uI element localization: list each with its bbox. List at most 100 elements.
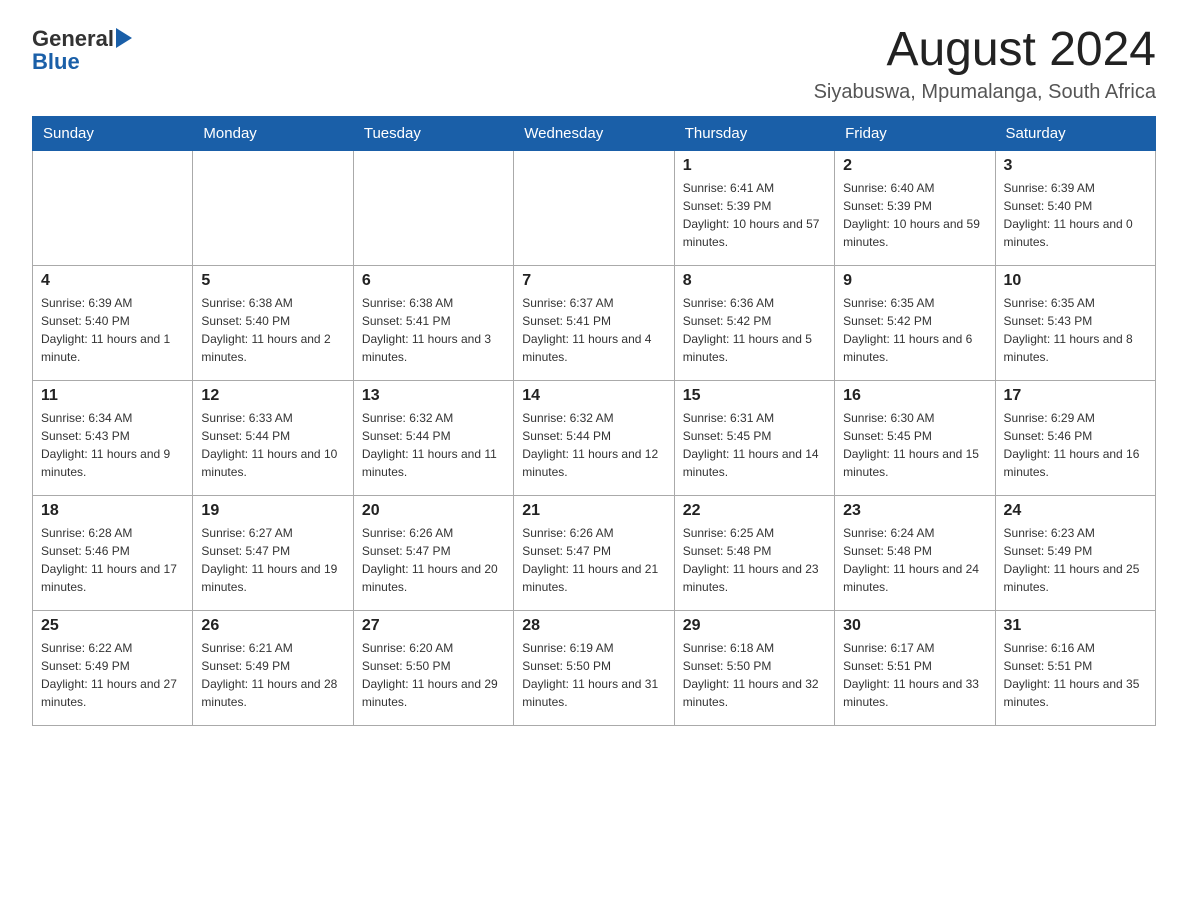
month-title: August 2024 [814,24,1156,77]
day-info: Sunrise: 6:17 AMSunset: 5:51 PMDaylight:… [843,639,986,711]
day-info: Sunrise: 6:20 AMSunset: 5:50 PMDaylight:… [362,639,505,711]
day-number: 10 [1004,272,1147,290]
calendar-day-cell: 17 Sunrise: 6:29 AMSunset: 5:46 PMDayligh… [995,380,1155,495]
day-info: Sunrise: 6:32 AMSunset: 5:44 PMDaylight:… [362,409,505,481]
day-info: Sunrise: 6:35 AMSunset: 5:43 PMDaylight:… [1004,294,1147,366]
logo-arrow-icon [116,28,138,48]
calendar-day-header: Monday [193,116,353,150]
day-info: Sunrise: 6:30 AMSunset: 5:45 PMDaylight:… [843,409,986,481]
day-number: 9 [843,272,986,290]
page-header: General Blue August 2024 Siyabuswa, Mpum… [32,24,1156,104]
calendar-week-row: 18 Sunrise: 6:28 AMSunset: 5:46 PMDayligh… [33,495,1156,610]
title-area: August 2024 Siyabuswa, Mpumalanga, South… [814,24,1156,104]
day-number: 29 [683,617,826,635]
day-info: Sunrise: 6:19 AMSunset: 5:50 PMDaylight:… [522,639,665,711]
day-number: 4 [41,272,184,290]
calendar-day-cell: 23Sunrise: 6:24 AMSunset: 5:48 PMDayligh… [835,495,995,610]
day-number: 22 [683,502,826,520]
calendar-day-cell: 1 Sunrise: 6:41 AMSunset: 5:39 PMDaylight… [674,150,834,265]
day-number: 6 [362,272,505,290]
calendar-day-cell: 5 Sunrise: 6:38 AMSunset: 5:40 PMDaylight… [193,265,353,380]
day-number: 31 [1004,617,1147,635]
calendar-day-cell: 19 Sunrise: 6:27 AMSunset: 5:47 PMDayligh… [193,495,353,610]
calendar-week-row: 25 Sunrise: 6:22 AMSunset: 5:49 PMDayligh… [33,610,1156,725]
calendar-day-cell: 8 Sunrise: 6:36 AMSunset: 5:42 PMDaylight… [674,265,834,380]
calendar-day-cell: 9 Sunrise: 6:35 AMSunset: 5:42 PMDaylight… [835,265,995,380]
calendar-day-cell: 29 Sunrise: 6:18 AMSunset: 5:50 PMDayligh… [674,610,834,725]
day-number: 2 [843,157,986,175]
day-number: 5 [201,272,344,290]
day-info: Sunrise: 6:40 AMSunset: 5:39 PMDaylight:… [843,179,986,251]
day-info: Sunrise: 6:35 AMSunset: 5:42 PMDaylight:… [843,294,986,366]
location-text: Siyabuswa, Mpumalanga, South Africa [814,81,1156,104]
calendar-day-cell: 20Sunrise: 6:26 AMSunset: 5:47 PMDayligh… [353,495,513,610]
day-number: 11 [41,387,184,405]
calendar-day-cell: 12Sunrise: 6:33 AMSunset: 5:44 PMDayligh… [193,380,353,495]
calendar-day-header: Friday [835,116,995,150]
calendar-week-row: 4Sunrise: 6:39 AMSunset: 5:40 PMDaylight… [33,265,1156,380]
calendar-day-cell: 27 Sunrise: 6:20 AMSunset: 5:50 PMDayligh… [353,610,513,725]
day-number: 13 [362,387,505,405]
day-info: Sunrise: 6:18 AMSunset: 5:50 PMDaylight:… [683,639,826,711]
calendar-day-header: Saturday [995,116,1155,150]
day-number: 20 [362,502,505,520]
logo-general-text: General [32,26,114,52]
day-info: Sunrise: 6:38 AMSunset: 5:41 PMDaylight:… [362,294,505,366]
calendar-day-cell: 13 Sunrise: 6:32 AMSunset: 5:44 PMDayligh… [353,380,513,495]
calendar-day-header: Sunday [33,116,193,150]
day-info: Sunrise: 6:31 AMSunset: 5:45 PMDaylight:… [683,409,826,481]
day-info: Sunrise: 6:41 AMSunset: 5:39 PMDaylight:… [683,179,826,251]
day-info: Sunrise: 6:39 AMSunset: 5:40 PMDaylight:… [1004,179,1147,251]
day-info: Sunrise: 6:16 AMSunset: 5:51 PMDaylight:… [1004,639,1147,711]
day-info: Sunrise: 6:23 AMSunset: 5:49 PMDaylight:… [1004,524,1147,596]
day-number: 8 [683,272,826,290]
day-info: Sunrise: 6:28 AMSunset: 5:46 PMDaylight:… [41,524,184,596]
calendar-day-cell [514,150,674,265]
day-info: Sunrise: 6:32 AMSunset: 5:44 PMDaylight:… [522,409,665,481]
calendar-day-cell: 15Sunrise: 6:31 AMSunset: 5:45 PMDayligh… [674,380,834,495]
day-info: Sunrise: 6:34 AMSunset: 5:43 PMDaylight:… [41,409,184,481]
calendar-day-cell: 7 Sunrise: 6:37 AMSunset: 5:41 PMDaylight… [514,265,674,380]
calendar-day-cell: 24Sunrise: 6:23 AMSunset: 5:49 PMDayligh… [995,495,1155,610]
day-info: Sunrise: 6:33 AMSunset: 5:44 PMDaylight:… [201,409,344,481]
calendar-day-cell: 31 Sunrise: 6:16 AMSunset: 5:51 PMDayligh… [995,610,1155,725]
day-number: 1 [683,157,826,175]
day-number: 17 [1004,387,1147,405]
day-number: 7 [522,272,665,290]
day-number: 28 [522,617,665,635]
calendar-day-cell [33,150,193,265]
day-info: Sunrise: 6:27 AMSunset: 5:47 PMDaylight:… [201,524,344,596]
calendar-day-header: Thursday [674,116,834,150]
calendar-day-cell: 26Sunrise: 6:21 AMSunset: 5:49 PMDayligh… [193,610,353,725]
calendar-day-header: Tuesday [353,116,513,150]
day-number: 18 [41,502,184,520]
calendar-table: SundayMondayTuesdayWednesdayThursdayFrid… [32,116,1156,726]
day-number: 25 [41,617,184,635]
calendar-day-cell: 30 Sunrise: 6:17 AMSunset: 5:51 PMDayligh… [835,610,995,725]
logo: General Blue [32,24,138,75]
calendar-day-cell: 28 Sunrise: 6:19 AMSunset: 5:50 PMDayligh… [514,610,674,725]
calendar-header-row: SundayMondayTuesdayWednesdayThursdayFrid… [33,116,1156,150]
day-number: 21 [522,502,665,520]
day-info: Sunrise: 6:36 AMSunset: 5:42 PMDaylight:… [683,294,826,366]
day-number: 26 [201,617,344,635]
day-info: Sunrise: 6:38 AMSunset: 5:40 PMDaylight:… [201,294,344,366]
calendar-day-cell: 3Sunrise: 6:39 AMSunset: 5:40 PMDaylight… [995,150,1155,265]
day-info: Sunrise: 6:37 AMSunset: 5:41 PMDaylight:… [522,294,665,366]
calendar-day-cell: 11 Sunrise: 6:34 AMSunset: 5:43 PMDayligh… [33,380,193,495]
calendar-day-cell [193,150,353,265]
calendar-day-cell: 21Sunrise: 6:26 AMSunset: 5:47 PMDayligh… [514,495,674,610]
calendar-day-cell: 10 Sunrise: 6:35 AMSunset: 5:43 PMDayligh… [995,265,1155,380]
day-number: 19 [201,502,344,520]
day-info: Sunrise: 6:22 AMSunset: 5:49 PMDaylight:… [41,639,184,711]
calendar-day-cell: 6 Sunrise: 6:38 AMSunset: 5:41 PMDaylight… [353,265,513,380]
calendar-day-cell [353,150,513,265]
calendar-day-cell: 22Sunrise: 6:25 AMSunset: 5:48 PMDayligh… [674,495,834,610]
day-number: 27 [362,617,505,635]
calendar-week-row: 11 Sunrise: 6:34 AMSunset: 5:43 PMDayligh… [33,380,1156,495]
day-info: Sunrise: 6:29 AMSunset: 5:46 PMDaylight:… [1004,409,1147,481]
calendar-day-cell: 14 Sunrise: 6:32 AMSunset: 5:44 PMDayligh… [514,380,674,495]
day-number: 14 [522,387,665,405]
day-info: Sunrise: 6:24 AMSunset: 5:48 PMDaylight:… [843,524,986,596]
day-number: 30 [843,617,986,635]
